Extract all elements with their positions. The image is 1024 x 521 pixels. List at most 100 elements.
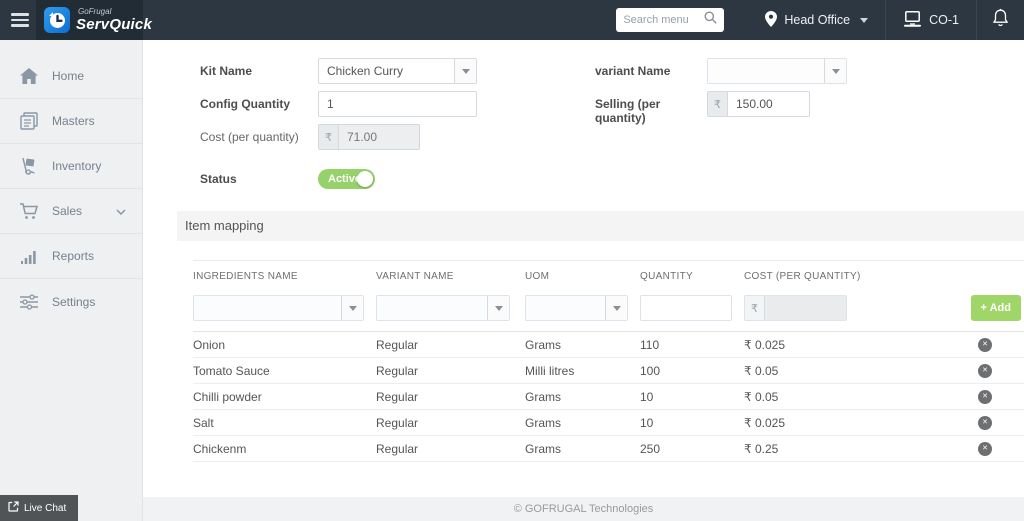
cell-uom: Grams <box>525 338 640 352</box>
brand-logo: GoFrugal ServQuick <box>36 0 143 40</box>
chevron-down-icon <box>116 204 126 218</box>
variant-name-select[interactable] <box>707 58 847 84</box>
column-header-variant: VARIANT NAME <box>376 271 525 282</box>
cell-cost: ₹ 0.05 <box>744 364 946 378</box>
reports-chart-icon <box>19 249 39 264</box>
kit-name-label: Kit Name <box>200 58 318 84</box>
variant-select[interactable] <box>376 295 510 321</box>
cell-quantity: 110 <box>640 338 744 352</box>
terminal-selector[interactable]: CO-1 <box>886 0 976 40</box>
search-icon[interactable] <box>704 11 717 29</box>
menu-search-box <box>616 8 724 32</box>
item-mapping-section-title: Item mapping <box>177 211 1024 241</box>
top-bar: GoFrugal ServQuick Head Office CO-1 <box>0 0 1024 40</box>
settings-sliders-icon <box>19 294 39 310</box>
kit-name-select[interactable]: Chicken Curry <box>318 58 477 84</box>
ingredient-select[interactable] <box>193 295 364 321</box>
cell-variant: Regular <box>376 364 525 378</box>
select-caret-icon[interactable] <box>487 296 509 320</box>
config-quantity-label: Config Quantity <box>200 91 318 117</box>
rupee-symbol: ₹ <box>745 296 765 320</box>
table-header-row: INGREDIENTS NAME VARIANT NAME UOM QUANTI… <box>193 260 1024 295</box>
sidebar-item-settings[interactable]: Settings <box>0 279 142 324</box>
delete-row-icon[interactable]: ✕ <box>978 338 992 352</box>
cell-uom: Grams <box>525 442 640 456</box>
delete-row-icon[interactable]: ✕ <box>978 442 992 456</box>
select-caret-icon[interactable] <box>454 59 476 83</box>
cell-cost: ₹ 0.025 <box>744 416 946 430</box>
delete-row-icon[interactable]: ✕ <box>978 390 992 404</box>
sidebar-item-label: Masters <box>52 114 95 128</box>
delete-row-icon[interactable]: ✕ <box>978 364 992 378</box>
cost-per-quantity-input <box>339 125 419 149</box>
search-input[interactable] <box>623 14 704 26</box>
cost-per-quantity-label: Cost (per quantity) <box>200 124 318 150</box>
servquick-logo-icon <box>44 7 70 33</box>
cell-variant: Regular <box>376 442 525 456</box>
column-header-uom: UOM <box>525 271 640 282</box>
bell-icon <box>992 8 1009 32</box>
hamburger-menu-icon[interactable] <box>0 13 36 27</box>
uom-select[interactable] <box>525 295 628 321</box>
quantity-input[interactable] <box>641 296 731 320</box>
cell-variant: Regular <box>376 416 525 430</box>
external-link-icon <box>8 501 19 515</box>
cost-input <box>765 296 846 320</box>
rupee-symbol: ₹ <box>708 92 728 116</box>
add-ingredient-button[interactable]: + Add <box>971 295 1021 321</box>
selling-per-quantity-input[interactable] <box>728 92 809 116</box>
cell-quantity: 10 <box>640 390 744 404</box>
delete-row-icon[interactable]: ✕ <box>978 416 992 430</box>
cell-cost: ₹ 0.05 <box>744 390 946 404</box>
inventory-icon <box>19 157 39 176</box>
cell-ingredient: Chickenm <box>193 442 376 456</box>
cell-variant: Regular <box>376 390 525 404</box>
column-header-quantity: QUANTITY <box>640 271 744 282</box>
store-name-label: Head Office <box>784 13 850 27</box>
cell-ingredient: Onion <box>193 338 376 352</box>
cell-quantity: 10 <box>640 416 744 430</box>
column-header-cost: COST (PER QUANTITY) <box>744 271 946 282</box>
cell-cost: ₹ 0.25 <box>744 442 946 456</box>
sales-cart-icon <box>19 203 39 220</box>
column-header-ingredients: INGREDIENTS NAME <box>193 271 376 282</box>
cell-ingredient: Chilli powder <box>193 390 376 404</box>
servquick-app: GoFrugal ServQuick Head Office CO-1 <box>0 0 1024 521</box>
store-selector[interactable]: Head Office <box>748 0 885 40</box>
sidebar-item-home[interactable]: Home <box>0 54 142 99</box>
cell-cost: ₹ 0.025 <box>744 338 946 352</box>
sidebar-item-masters[interactable]: Masters <box>0 99 142 144</box>
cell-uom: Grams <box>525 416 640 430</box>
home-icon <box>19 68 39 84</box>
toggle-knob <box>357 171 373 187</box>
sidebar-nav: Home Masters Inventory Sales <box>0 40 143 521</box>
select-caret-icon[interactable] <box>605 296 627 320</box>
config-quantity-input[interactable] <box>319 92 476 116</box>
select-caret-icon[interactable] <box>824 59 846 83</box>
cell-uom: Grams <box>525 390 640 404</box>
table-row: Tomato Sauce Regular Milli litres 100 ₹ … <box>193 358 1024 384</box>
sidebar-item-label: Inventory <box>52 159 101 173</box>
sidebar-item-label: Home <box>52 69 84 83</box>
variant-name-label: variant Name <box>595 58 707 84</box>
location-pin-icon <box>765 11 777 30</box>
copyright-footer: © GOFRUGAL Technologies <box>143 497 1024 521</box>
kit-name-value: Chicken Curry <box>319 64 403 78</box>
table-row: Salt Regular Grams 10 ₹ 0.025 ✕ <box>193 410 1024 436</box>
cell-ingredient: Salt <box>193 416 376 430</box>
chevron-down-icon <box>860 18 868 23</box>
masters-icon <box>19 112 39 130</box>
notifications-button[interactable] <box>977 8 1024 32</box>
sidebar-item-reports[interactable]: Reports <box>0 234 142 279</box>
cell-variant: Regular <box>376 338 525 352</box>
status-toggle[interactable]: Active <box>318 169 375 189</box>
add-ingredient-row: ₹ + Add <box>193 295 1024 332</box>
sidebar-item-sales[interactable]: Sales <box>0 189 142 234</box>
live-chat-button[interactable]: Live Chat <box>0 495 78 521</box>
terminal-icon <box>903 11 922 30</box>
select-caret-icon[interactable] <box>341 296 363 320</box>
sidebar-item-label: Settings <box>52 295 95 309</box>
rupee-symbol: ₹ <box>319 125 339 149</box>
sidebar-item-inventory[interactable]: Inventory <box>0 144 142 189</box>
brand-servquick-label: ServQuick <box>76 17 152 32</box>
